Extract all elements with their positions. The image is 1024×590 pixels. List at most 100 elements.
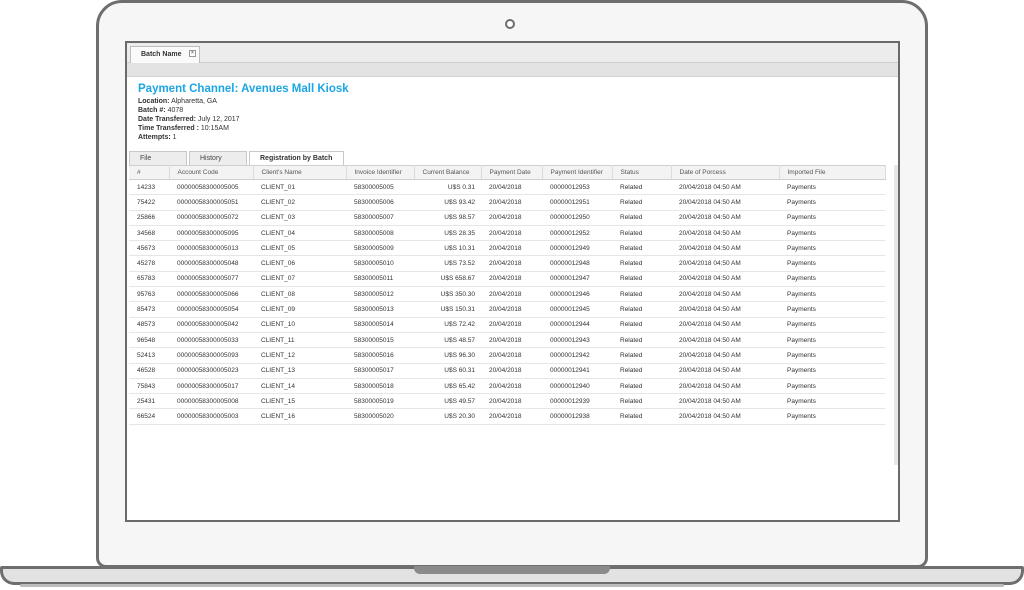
table-cell: 58300005011 (346, 271, 414, 288)
table-cell: 00000012940 (542, 378, 612, 395)
table-cell: CLIENT_05 (253, 240, 346, 257)
table-cell: Payments (779, 332, 885, 349)
table-cell: 00000058300005005 (169, 179, 253, 196)
tab-history[interactable]: History (189, 151, 247, 165)
batch-header: Payment Channel: Avenues Mall Kiosk Loca… (127, 77, 898, 142)
column-header[interactable]: Payment Date (481, 165, 543, 180)
page-title: Payment Channel: Avenues Mall Kiosk (138, 83, 349, 95)
table-row[interactable]: 75422 00000058300005051 CLIENT_02 583000050… (129, 194, 885, 211)
table-cell: 58300005013 (346, 301, 414, 318)
table-cell: Payments (779, 225, 885, 242)
table-cell: 58300005009 (346, 240, 414, 257)
table-cell: 20/04/2018 (481, 179, 542, 196)
meta-location: Location: Alpharetta, GA (138, 98, 217, 105)
table-cell: 00000012946 (542, 286, 612, 303)
table-cell: 75422 (129, 194, 169, 211)
tab-file[interactable]: File (129, 151, 187, 165)
table-cell: 58300005019 (346, 393, 414, 410)
table-cell: U$S 20.30 (414, 408, 481, 425)
column-header[interactable]: Account Code (169, 165, 254, 180)
table-cell: Related (612, 286, 671, 303)
table-cell: 20/04/2018 (481, 317, 542, 333)
table-row[interactable]: 96548 00000058300005033 CLIENT_11 583000050… (129, 332, 885, 349)
table-row[interactable]: 52413 00000058300005093 CLIENT_12 583000050… (129, 347, 885, 364)
meta-batch: Batch #: 4078 (138, 107, 184, 114)
table-cell: 20/04/2018 (481, 225, 542, 242)
table-cell: CLIENT_12 (253, 347, 346, 364)
table-cell: 45673 (129, 240, 169, 257)
table-cell: 20/04/2018 (481, 301, 542, 318)
table-row[interactable]: 48573 00000058300005042 CLIENT_10 583000050… (129, 317, 885, 333)
table-cell: 00000012949 (542, 240, 612, 257)
table-cell: Related (612, 225, 671, 242)
table-cell: Payments (779, 378, 885, 395)
table-cell: 00000012951 (542, 194, 612, 211)
table-cell: Payments (779, 393, 885, 410)
column-header[interactable]: Client's Name (253, 165, 347, 180)
section-tabs: File History Registration by Batch (129, 151, 898, 165)
table-cell: 20/04/2018 04:50 AM (671, 194, 779, 211)
column-header[interactable]: Payment Identifier (542, 165, 613, 180)
table-cell: 20/04/2018 04:50 AM (671, 240, 779, 257)
table-cell: 20/04/2018 04:50 AM (671, 393, 779, 410)
column-header[interactable]: Current Balance (414, 165, 482, 180)
table-row[interactable]: 45673 00000058300005013 CLIENT_05 583000050… (129, 240, 885, 257)
table-cell: 58300005012 (346, 286, 414, 303)
table-row[interactable]: 65783 00000058300005077 CLIENT_07 583000050… (129, 271, 885, 288)
column-header[interactable]: Imported File (779, 165, 886, 180)
table-row[interactable]: 75843 00000058300005017 CLIENT_14 583000050… (129, 378, 885, 395)
column-header[interactable]: Invoice Identifier (346, 165, 415, 180)
table-cell: 58300005006 (346, 194, 414, 211)
table-cell: Related (612, 179, 671, 196)
table-row[interactable]: 95763 00000058300005066 CLIENT_08 583000050… (129, 286, 885, 303)
table-cell: 75843 (129, 378, 169, 395)
table-cell: Related (612, 408, 671, 425)
table-cell: CLIENT_16 (253, 408, 346, 425)
table-cell: 52413 (129, 347, 169, 364)
tab-batch-name[interactable]: Batch Name × (130, 46, 200, 63)
table-cell: 58300005007 (346, 210, 414, 226)
table-row[interactable]: 14233 00000058300005005 CLIENT_01 583000050… (129, 179, 885, 196)
table-cell: U$S 93.42 (414, 194, 481, 211)
tab-registration-by-batch[interactable]: Registration by Batch (249, 151, 344, 165)
table-cell: Payments (779, 301, 885, 318)
table-cell: 00000012943 (542, 332, 612, 349)
table-cell: 20/04/2018 04:50 AM (671, 210, 779, 226)
table-cell: Payments (779, 408, 885, 425)
table-cell: CLIENT_02 (253, 194, 346, 211)
table-cell: CLIENT_03 (253, 210, 346, 226)
table-cell: 00000012945 (542, 301, 612, 318)
table-cell: U$S 48.57 (414, 332, 481, 349)
table-cell: 20/04/2018 (481, 210, 542, 226)
table-cell: 96548 (129, 332, 169, 349)
table-cell: 20/04/2018 04:50 AM (671, 317, 779, 333)
table-row[interactable]: 66524 00000058300005003 CLIENT_16 583000050… (129, 408, 885, 425)
table-row[interactable]: 25866 00000058300005072 CLIENT_03 583000050… (129, 210, 885, 226)
table-row[interactable]: 25431 00000058300005008 CLIENT_15 583000050… (129, 393, 885, 410)
meta-date: Date Transferred: July 12, 2017 (138, 116, 240, 123)
close-icon[interactable]: × (189, 50, 196, 57)
table-cell: CLIENT_04 (253, 225, 346, 242)
table-cell: U$S 72.42 (414, 317, 481, 333)
table-cell: Related (612, 317, 671, 333)
table-cell: 20/04/2018 04:50 AM (671, 347, 779, 364)
table-cell: 58300005005 (346, 179, 414, 196)
table-row[interactable]: 34568 00000058300005095 CLIENT_04 583000050… (129, 225, 885, 242)
table-row[interactable]: 46528 00000058300005023 CLIENT_13 583000050… (129, 363, 885, 379)
column-header[interactable]: Date of Porcess (671, 165, 780, 180)
table-row[interactable]: 85473 00000058300005054 CLIENT_09 583000050… (129, 301, 885, 318)
column-header[interactable]: Status (612, 165, 672, 180)
table-cell: 58300005016 (346, 347, 414, 364)
table-cell: 20/04/2018 (481, 240, 542, 257)
table-row[interactable]: 45278 00000058300005048 CLIENT_06 583000050… (129, 255, 885, 272)
table-cell: U$S 10.31 (414, 240, 481, 257)
table-cell: U$S 65.42 (414, 378, 481, 395)
vertical-scrollbar[interactable] (894, 165, 898, 465)
table-cell: 00000012948 (542, 255, 612, 272)
table-cell: 00000012941 (542, 363, 612, 379)
table-cell: 00000058300005048 (169, 255, 253, 272)
column-header[interactable]: # (129, 165, 170, 180)
table-cell: 65783 (129, 271, 169, 288)
table-cell: 20/04/2018 04:50 AM (671, 286, 779, 303)
table-cell: CLIENT_06 (253, 255, 346, 272)
